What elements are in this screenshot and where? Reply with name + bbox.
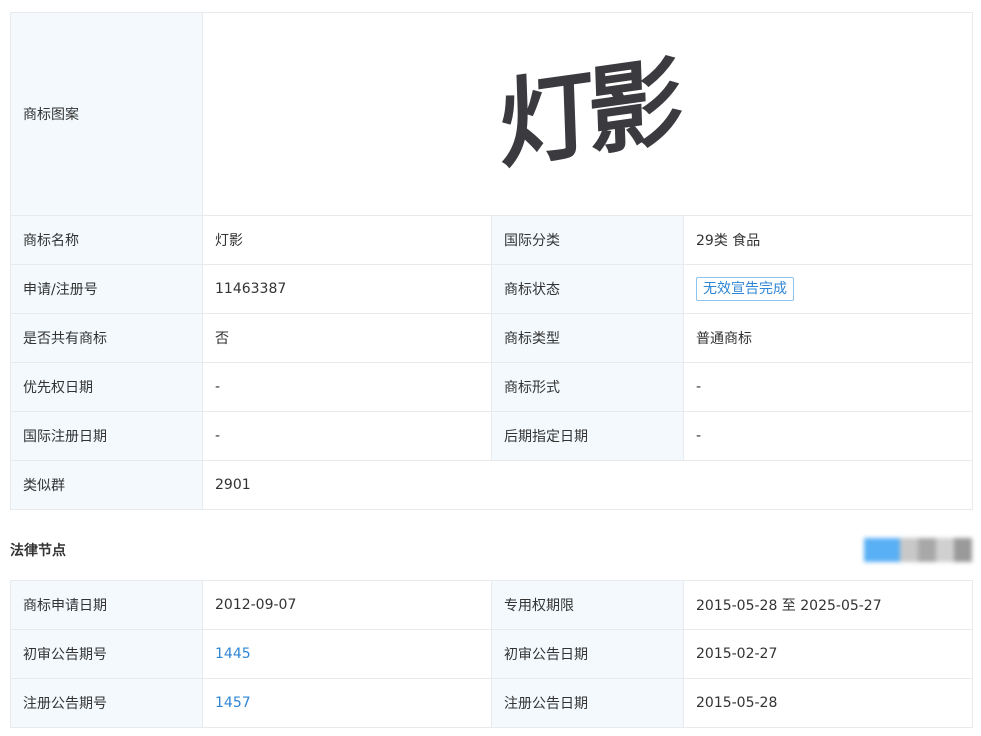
- trademark-form-value: -: [682, 362, 974, 412]
- intl-registration-date-label: 国际注册日期: [10, 411, 203, 461]
- registration-announcement-date-label: 注册公告日期: [491, 678, 684, 728]
- info-row: 商标名称 灯影 国际分类 29类 食品: [10, 215, 974, 265]
- exclusive-right-period-label: 专用权期限: [491, 580, 684, 630]
- shared-trademark-label: 是否共有商标: [10, 313, 203, 363]
- preliminary-issue-number-cell: 1445: [202, 629, 492, 679]
- preliminary-announcement-date-value: 2015-02-27: [683, 629, 973, 679]
- trademark-logo-image: 灯影: [496, 44, 679, 183]
- application-date-value: 2012-09-07: [202, 580, 492, 630]
- shared-trademark-value: 否: [202, 313, 492, 363]
- intl-registration-date-value: -: [202, 411, 492, 461]
- legal-row: 商标申请日期 2012-09-07 专用权期限 2015-05-28 至 202…: [10, 580, 973, 630]
- info-row: 是否共有商标 否 商标类型 普通商标: [10, 313, 974, 363]
- info-row: 国际注册日期 - 后期指定日期 -: [10, 411, 974, 461]
- legal-row: 初审公告期号 1445 初审公告日期 2015-02-27: [10, 629, 973, 679]
- info-row: 类似群 2901: [10, 460, 974, 510]
- trademark-type-value: 普通商标: [682, 313, 974, 363]
- exclusive-right-period-value: 2015-05-28 至 2025-05-27: [683, 580, 973, 630]
- intl-class-value: 29类 食品: [682, 215, 974, 265]
- later-designation-date-value: -: [682, 411, 974, 461]
- blurred-widget: [864, 538, 972, 562]
- blurred-block: [864, 538, 900, 562]
- legal-section-title: 法律节点: [10, 543, 66, 559]
- info-row: 申请/注册号 11463387 商标状态 无效宣告完成: [10, 264, 974, 314]
- trademark-name-value: 灯影: [202, 215, 492, 265]
- intl-class-label: 国际分类: [491, 215, 684, 265]
- trademark-status-label: 商标状态: [491, 264, 684, 314]
- priority-date-label: 优先权日期: [10, 362, 203, 412]
- preliminary-announcement-date-label: 初审公告日期: [491, 629, 684, 679]
- registration-number-label: 申请/注册号: [10, 264, 203, 314]
- preliminary-issue-number-link[interactable]: 1445: [215, 646, 251, 662]
- info-row: 优先权日期 - 商标形式 -: [10, 362, 974, 412]
- trademark-name-label: 商标名称: [10, 215, 203, 265]
- registration-issue-number-link[interactable]: 1457: [215, 695, 251, 711]
- blurred-block: [900, 538, 918, 562]
- trademark-form-label: 商标形式: [491, 362, 684, 412]
- registration-issue-number-cell: 1457: [202, 678, 492, 728]
- logo-row: 商标图案 灯影: [10, 12, 974, 216]
- registration-number-value: 11463387: [202, 264, 492, 314]
- trademark-type-label: 商标类型: [491, 313, 684, 363]
- trademark-logo: 灯影: [201, 12, 974, 216]
- similar-group-label: 类似群: [10, 460, 203, 510]
- application-date-label: 商标申请日期: [10, 580, 203, 630]
- registration-issue-number-label: 注册公告期号: [10, 678, 203, 728]
- similar-group-value: 2901: [201, 460, 974, 510]
- logo-label: 商标图案: [10, 12, 203, 216]
- legal-nodes-table: 商标申请日期 2012-09-07 专用权期限 2015-05-28 至 202…: [10, 580, 973, 728]
- later-designation-date-label: 后期指定日期: [491, 411, 684, 461]
- preliminary-issue-number-label: 初审公告期号: [10, 629, 203, 679]
- legal-row: 注册公告期号 1457 注册公告日期 2015-05-28: [10, 678, 973, 728]
- registration-announcement-date-value: 2015-05-28: [683, 678, 973, 728]
- blurred-block: [936, 538, 954, 562]
- blurred-block: [918, 538, 936, 562]
- priority-date-value: -: [202, 362, 492, 412]
- blurred-block: [954, 538, 972, 562]
- trademark-info-table: 商标图案 灯影 商标名称 灯影 国际分类 29类 食品 申请/注册号 11463…: [10, 12, 974, 510]
- status-badge: 无效宣告完成: [696, 277, 794, 301]
- trademark-status-cell: 无效宣告完成: [682, 264, 974, 314]
